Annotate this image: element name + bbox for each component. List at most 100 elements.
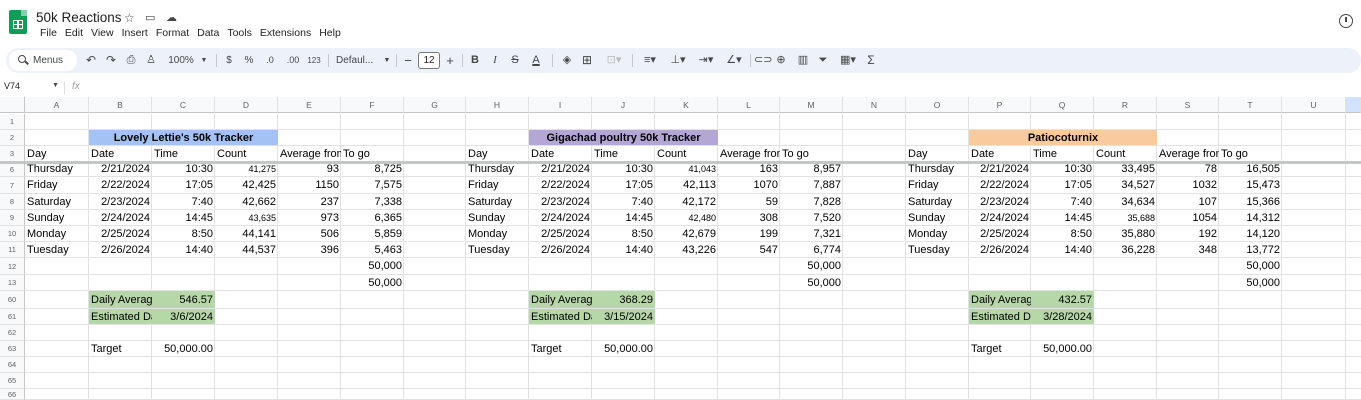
insert-comment-icon[interactable]: ⊕ bbox=[774, 48, 788, 73]
row-header[interactable]: 62 bbox=[0, 325, 25, 341]
menu-tools[interactable]: Tools bbox=[223, 27, 256, 39]
data-cell[interactable]: Sunday bbox=[906, 210, 969, 225]
data-cell[interactable]: 2/26/2024 bbox=[89, 242, 152, 257]
sheets-logo-icon[interactable] bbox=[9, 10, 27, 34]
merge-cells-icon[interactable]: ⊡▾ bbox=[602, 48, 626, 73]
data-cell[interactable]: 42,679 bbox=[655, 226, 718, 241]
row-header[interactable]: 8 bbox=[0, 194, 25, 210]
data-cell[interactable]: 2/25/2024 bbox=[969, 226, 1031, 241]
data-cell[interactable]: Saturday bbox=[466, 194, 529, 209]
tracker-title[interactable]: Lovely Lettie's 50k Tracker bbox=[89, 130, 278, 145]
data-cell[interactable]: 2/21/2024 bbox=[969, 162, 1031, 176]
column-header[interactable]: M bbox=[780, 97, 843, 113]
row-header[interactable]: 3 bbox=[0, 146, 25, 162]
column-header[interactable] bbox=[1346, 97, 1361, 113]
insert-chart-icon[interactable]: ▥ bbox=[796, 48, 810, 73]
text-rotation-icon[interactable]: ∠▾ bbox=[722, 48, 746, 73]
to-go-cell[interactable]: 50,000 bbox=[341, 258, 404, 274]
data-cell[interactable]: 2/22/2024 bbox=[969, 177, 1031, 193]
data-cell[interactable]: 2/24/2024 bbox=[89, 210, 152, 225]
column-label[interactable]: Time bbox=[1031, 146, 1094, 161]
data-cell[interactable]: 2/22/2024 bbox=[529, 177, 592, 193]
target-value[interactable]: 50,000.00 bbox=[592, 341, 655, 356]
data-cell[interactable]: 10:30 bbox=[1031, 162, 1094, 176]
data-cell[interactable]: 15,473 bbox=[1219, 177, 1282, 193]
data-cell[interactable]: 34,527 bbox=[1094, 177, 1157, 193]
increase-decimal-button[interactable]: .00 bbox=[284, 48, 302, 73]
row-header[interactable]: 66 bbox=[0, 389, 25, 400]
data-cell[interactable]: Sunday bbox=[466, 210, 529, 225]
data-cell[interactable]: 2/25/2024 bbox=[89, 226, 152, 241]
data-cell[interactable]: 2/21/2024 bbox=[89, 162, 152, 176]
data-cell[interactable]: 42,480 bbox=[655, 210, 718, 225]
data-cell[interactable]: Monday bbox=[466, 226, 529, 241]
column-header[interactable]: H bbox=[466, 97, 529, 113]
data-cell[interactable]: 6,365 bbox=[341, 210, 404, 225]
data-cell[interactable]: 35,688 bbox=[1094, 210, 1157, 225]
column-header[interactable]: L bbox=[718, 97, 780, 113]
data-cell[interactable]: 10:30 bbox=[152, 162, 215, 176]
font-size-input[interactable]: 12 bbox=[418, 52, 440, 69]
column-header[interactable]: P bbox=[969, 97, 1031, 113]
estimated-date-label[interactable]: Estimated Date bbox=[529, 309, 592, 324]
column-header[interactable]: J bbox=[592, 97, 655, 113]
data-cell[interactable]: 2/22/2024 bbox=[89, 177, 152, 193]
data-cell[interactable]: 2/24/2024 bbox=[529, 210, 592, 225]
data-cell[interactable]: 547 bbox=[718, 242, 780, 257]
column-header[interactable]: O bbox=[906, 97, 969, 113]
data-cell[interactable]: 6,774 bbox=[780, 242, 843, 257]
daily-average-label[interactable]: Daily Average bbox=[529, 291, 592, 308]
fill-color-icon[interactable]: ◈ bbox=[560, 48, 574, 73]
data-cell[interactable]: 7,520 bbox=[780, 210, 843, 225]
row-header[interactable]: 10 bbox=[0, 226, 25, 242]
column-label[interactable]: To go bbox=[780, 146, 843, 161]
menu-extensions[interactable]: Extensions bbox=[256, 27, 315, 39]
data-cell[interactable]: 973 bbox=[278, 210, 341, 225]
select-all-corner[interactable] bbox=[0, 97, 25, 113]
column-header[interactable]: Q bbox=[1031, 97, 1094, 113]
chevron-down-icon[interactable]: ▼ bbox=[52, 82, 59, 89]
data-cell[interactable]: 93 bbox=[278, 162, 341, 176]
row-header[interactable]: 64 bbox=[0, 357, 25, 373]
data-cell[interactable]: 8:50 bbox=[1031, 226, 1094, 241]
target-label[interactable]: Target bbox=[89, 341, 152, 356]
font-family-select[interactable]: Defaul... bbox=[336, 48, 382, 73]
data-cell[interactable]: 43,635 bbox=[215, 210, 278, 225]
row-header[interactable]: 65 bbox=[0, 373, 25, 389]
data-cell[interactable]: 16,505 bbox=[1219, 162, 1282, 176]
data-cell[interactable]: 1070 bbox=[718, 177, 780, 193]
row-header[interactable]: 1 bbox=[0, 114, 25, 130]
data-cell[interactable]: 1150 bbox=[278, 177, 341, 193]
data-cell[interactable]: 10:30 bbox=[592, 162, 655, 176]
zoom-select[interactable]: 100% bbox=[166, 48, 196, 73]
data-cell[interactable]: 7,887 bbox=[780, 177, 843, 193]
data-cell[interactable]: 7,321 bbox=[780, 226, 843, 241]
column-label[interactable]: Date bbox=[89, 146, 152, 161]
estimated-date-value[interactable]: 3/6/2024 bbox=[152, 309, 215, 324]
column-label[interactable]: Day bbox=[906, 146, 969, 161]
data-cell[interactable]: 7:40 bbox=[1031, 194, 1094, 209]
daily-average-label[interactable]: Daily Average bbox=[969, 291, 1031, 308]
data-cell[interactable]: 2/23/2024 bbox=[89, 194, 152, 209]
target-value[interactable]: 50,000.00 bbox=[1031, 341, 1094, 356]
to-go-cell[interactable]: 50,000 bbox=[780, 258, 843, 274]
cloud-status-icon[interactable]: ☁ bbox=[166, 11, 177, 24]
bold-button[interactable]: B bbox=[468, 48, 482, 73]
column-label[interactable]: Average from bbox=[1157, 146, 1219, 161]
horizontal-align-icon[interactable]: ≡▾ bbox=[638, 48, 662, 73]
data-cell[interactable]: 348 bbox=[1157, 242, 1219, 257]
data-cell[interactable]: Tuesday bbox=[906, 242, 969, 257]
column-header[interactable]: T bbox=[1219, 97, 1282, 113]
undo-icon[interactable]: ↶ bbox=[84, 48, 98, 73]
redo-icon[interactable]: ↷ bbox=[104, 48, 118, 73]
data-cell[interactable]: Thursday bbox=[25, 162, 89, 176]
daily-average-value[interactable]: 368.29 bbox=[592, 291, 655, 308]
row-header[interactable]: 6 bbox=[0, 162, 25, 177]
data-cell[interactable]: 2/25/2024 bbox=[529, 226, 592, 241]
data-cell[interactable]: Monday bbox=[25, 226, 89, 241]
data-cell[interactable]: 237 bbox=[278, 194, 341, 209]
data-cell[interactable]: 42,113 bbox=[655, 177, 718, 193]
column-label[interactable]: Day bbox=[25, 146, 89, 161]
data-cell[interactable]: 396 bbox=[278, 242, 341, 257]
to-go-cell[interactable]: 50,000 bbox=[341, 275, 404, 290]
